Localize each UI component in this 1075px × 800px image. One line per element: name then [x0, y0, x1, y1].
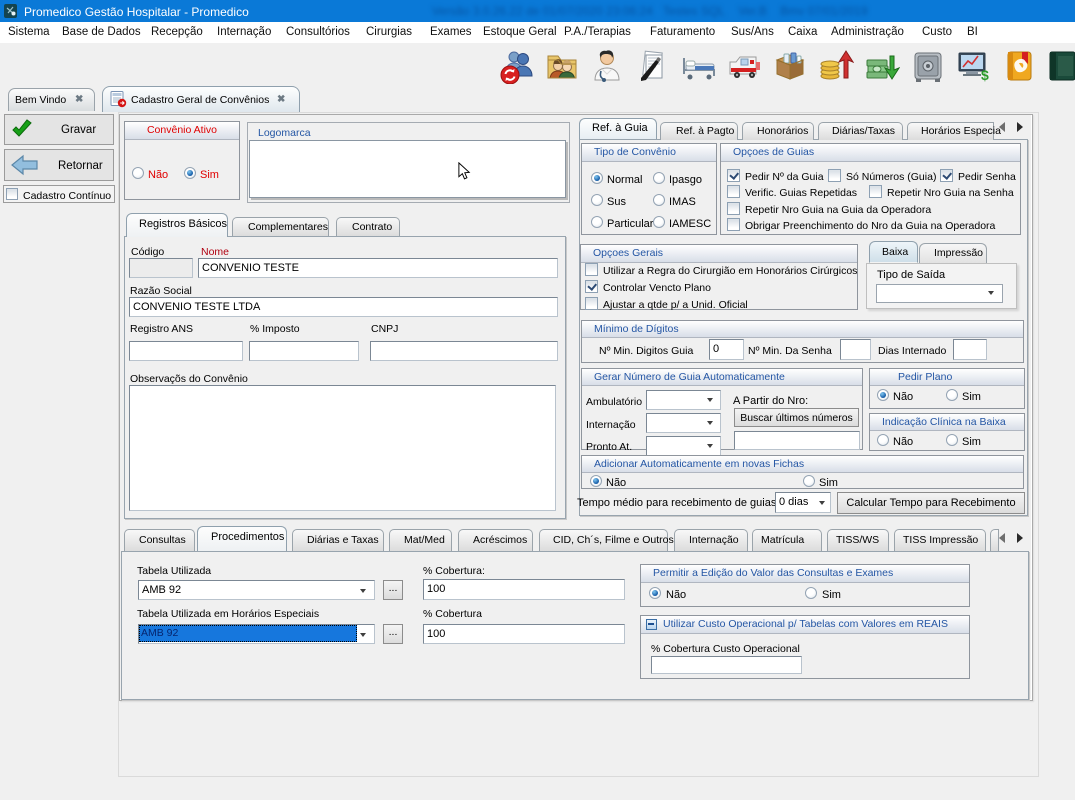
- svg-text:$: $: [981, 67, 989, 83]
